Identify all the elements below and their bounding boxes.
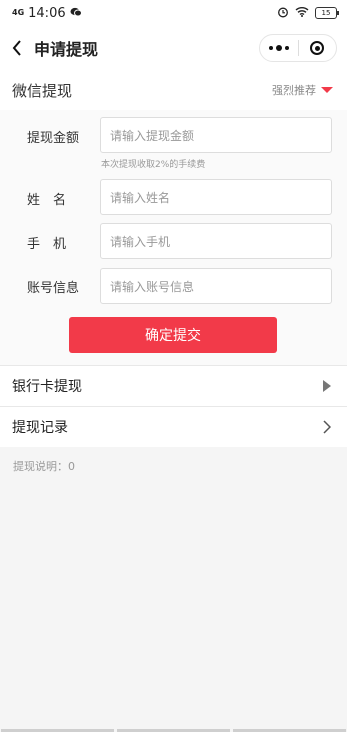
close-button[interactable]	[298, 35, 336, 61]
close-ring-icon	[310, 41, 325, 55]
red-triangle-icon	[321, 87, 333, 93]
navigation-bar: 申请提现	[0, 26, 347, 70]
section-title: 微信提现	[12, 81, 73, 100]
signal-indicator: 4G	[12, 8, 25, 17]
miniprogram-capsule	[259, 34, 337, 62]
amount-label: 提现金额	[27, 131, 80, 146]
recommend-tag: 强烈推荐	[272, 82, 347, 98]
status-time: 14:06	[28, 5, 66, 21]
alarm-icon	[277, 6, 289, 21]
wechat-withdraw-header[interactable]: 微信提现 强烈推荐	[0, 70, 347, 110]
account-input[interactable]: 请输入账号信息	[100, 268, 332, 304]
more-dots-icon-right	[284, 46, 289, 50]
more-button[interactable]	[260, 35, 298, 61]
phone-placeholder: 请输入手机	[110, 234, 171, 249]
submit-button[interactable]: 确定提交	[69, 317, 277, 353]
withdraw-records-label: 提现记录	[12, 420, 68, 436]
chevron-right-icon	[323, 420, 331, 434]
battery-icon: 15	[315, 7, 339, 19]
withdraw-records-row[interactable]: 提现记录	[0, 407, 347, 447]
phone-label: 手 机	[27, 237, 67, 252]
status-bar: 4G 14:06 15	[0, 0, 347, 26]
name-label: 姓 名	[27, 193, 67, 208]
fee-note: 本次提现收取2%的手续费	[101, 160, 206, 170]
name-placeholder: 请输入姓名	[110, 190, 171, 205]
account-label: 账号信息	[27, 281, 80, 296]
phone-input[interactable]: 请输入手机	[100, 223, 332, 259]
bank-card-withdraw-row[interactable]: 银行卡提现	[0, 366, 347, 406]
withdraw-form: 提现金额 请输入提现金额 本次提现收取2%的手续费 姓 名 请输入姓名 手 机 …	[0, 110, 347, 365]
page-title: 申请提现	[34, 40, 99, 59]
withdraw-instructions: 提现说明：0	[13, 460, 75, 473]
amount-input[interactable]: 请输入提现金额	[100, 117, 332, 153]
back-arrow-icon	[12, 40, 21, 56]
wifi-icon	[295, 6, 309, 20]
more-dots-icon-center	[275, 45, 282, 51]
account-placeholder: 请输入账号信息	[110, 279, 195, 294]
triangle-right-icon	[323, 380, 331, 392]
wechat-notification-icon	[70, 6, 82, 20]
back-button[interactable]	[2, 26, 32, 70]
recommend-label: 强烈推荐	[272, 84, 316, 97]
bank-card-withdraw-label: 银行卡提现	[12, 379, 82, 395]
name-input[interactable]: 请输入姓名	[100, 179, 332, 215]
more-dots-icon	[268, 46, 273, 50]
amount-placeholder: 请输入提现金额	[110, 128, 195, 143]
